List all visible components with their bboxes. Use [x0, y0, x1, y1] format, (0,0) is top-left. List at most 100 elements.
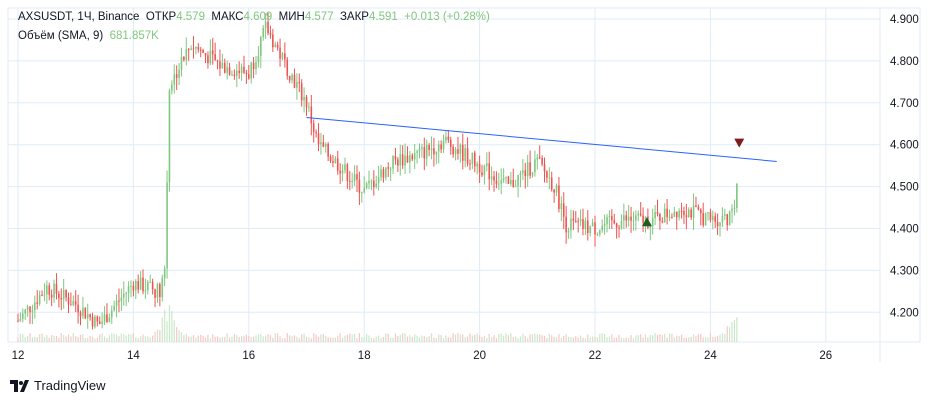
volume-bar — [433, 337, 435, 342]
candle-body — [135, 281, 137, 291]
candle-body — [500, 180, 503, 184]
volume-bar — [262, 336, 264, 342]
candle-body — [413, 152, 416, 160]
candle-body — [548, 177, 551, 179]
volume-bar — [606, 337, 608, 342]
candle-body — [175, 74, 178, 78]
candle-body — [154, 289, 156, 298]
candle-body — [476, 163, 478, 167]
volume-bar — [281, 338, 284, 342]
candle-body — [250, 62, 253, 79]
candle-body — [377, 177, 380, 184]
volume-bar — [156, 329, 159, 342]
candle-body — [721, 215, 724, 223]
candle-body — [238, 70, 240, 74]
candle-body — [608, 216, 611, 218]
candle-body — [211, 50, 214, 55]
candle-body — [546, 171, 548, 178]
candle-body — [110, 310, 113, 318]
volume-bar — [207, 334, 209, 342]
tradingview-logo[interactable]: TradingView — [10, 378, 106, 393]
volume-bar — [70, 336, 72, 342]
candle-body — [368, 180, 370, 184]
logo-text: TradingView — [34, 378, 106, 393]
candle-body — [370, 180, 373, 182]
candle-body — [168, 90, 171, 183]
candle-body — [541, 157, 543, 165]
candle-body — [228, 67, 231, 75]
candle-body — [678, 210, 680, 218]
candle-body — [180, 57, 183, 70]
candle-body — [72, 301, 75, 306]
volume-bar — [224, 337, 226, 342]
volume-bar — [301, 334, 303, 342]
candle-body — [178, 69, 180, 78]
volume-bar — [103, 336, 106, 342]
volume-bar — [344, 335, 346, 342]
volume-bar — [29, 333, 31, 342]
candle-body — [125, 292, 127, 294]
volume-bar — [414, 334, 416, 342]
candle-body — [187, 49, 190, 51]
volume-bar — [601, 333, 603, 342]
candle-body — [312, 123, 315, 133]
candle-body — [394, 155, 397, 160]
candle-body — [310, 106, 313, 124]
candle-body — [683, 210, 685, 216]
volume-bar — [565, 334, 567, 342]
candle-body — [298, 81, 301, 84]
volume-bar — [325, 336, 327, 342]
volume-bar — [416, 335, 418, 342]
candle-body — [91, 317, 94, 327]
candle-body — [22, 313, 24, 319]
volume-bar — [683, 337, 685, 342]
candle-body — [183, 57, 185, 60]
volume-bar — [680, 334, 683, 342]
candle-body — [31, 310, 34, 313]
candle-body — [279, 47, 281, 59]
candle-body — [341, 170, 344, 174]
volume-bar — [250, 336, 252, 342]
volume-bar — [582, 337, 584, 342]
candle-body — [418, 148, 421, 152]
volume-bar — [692, 334, 695, 342]
volume-bar — [519, 336, 522, 342]
volume-bar — [248, 335, 250, 342]
candle-body — [445, 136, 447, 141]
volume-bar — [666, 337, 668, 342]
candle-body — [661, 221, 664, 223]
volume-bar — [589, 337, 591, 342]
volume-bar — [188, 336, 190, 342]
volume-bar — [587, 334, 589, 342]
candle-body — [248, 74, 250, 79]
volume-bar — [245, 334, 247, 342]
candle-body — [536, 157, 539, 160]
volume-bar — [567, 336, 570, 342]
candle-body — [651, 218, 654, 227]
candle-body — [171, 84, 173, 91]
candle-body — [731, 208, 733, 212]
volume-bar — [279, 336, 281, 342]
volume-bar — [719, 334, 721, 342]
candle-body — [118, 300, 120, 302]
candle-body — [481, 172, 483, 176]
volume-bar — [399, 334, 401, 342]
candle-body — [272, 34, 274, 48]
volume-bar — [409, 335, 411, 342]
candle-body — [202, 49, 204, 54]
y-tick-label: 4.500 — [890, 182, 919, 194]
candle-body — [555, 185, 558, 193]
volume-bar — [164, 309, 166, 342]
volume-bar — [572, 337, 574, 342]
volume-bar — [99, 334, 101, 342]
candle-body — [137, 281, 140, 290]
volume-bar — [529, 334, 531, 342]
x-tick-label: 22 — [589, 350, 602, 362]
volume-bar — [329, 337, 332, 342]
volume-bar — [483, 335, 486, 342]
price-chart[interactable]: 4.900 4.800 4.700 4.600 4.500 4.400 4.300 4.200… — [0, 0, 940, 404]
candle-body — [440, 144, 442, 150]
volume-bar — [700, 333, 702, 342]
volume-bar — [591, 336, 594, 342]
candle-body — [586, 220, 589, 234]
